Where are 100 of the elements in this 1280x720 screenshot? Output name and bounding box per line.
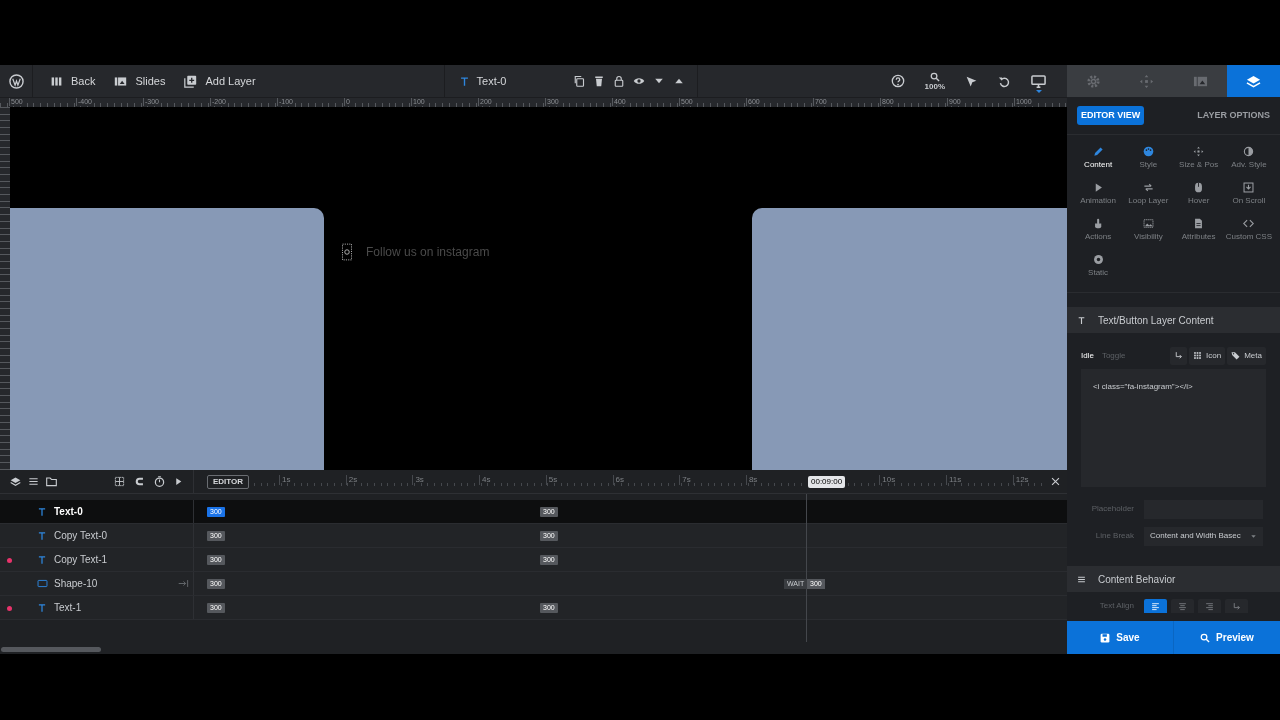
time-label: 6s [612, 475, 624, 485]
option-tab[interactable]: Custom CSS [1223, 218, 1274, 242]
text-icon [1077, 315, 1086, 325]
slides-icon [114, 74, 128, 88]
option-tab[interactable]: Content [1073, 146, 1124, 170]
editor-view-button[interactable]: EDITOR VIEW [1077, 105, 1145, 126]
mouse-icon [1193, 182, 1205, 193]
toolbar-button[interactable]: Slides [114, 72, 166, 90]
text-layer-icon [37, 554, 47, 565]
magnet-icon[interactable] [134, 476, 145, 487]
mode-tab[interactable]: Idle [1081, 349, 1094, 362]
trash-icon[interactable] [592, 75, 605, 87]
align-right-icon [1205, 601, 1214, 611]
layer-name[interactable]: Copy Text-1 [54, 552, 108, 567]
option-tab[interactable]: Hover [1173, 182, 1224, 206]
content-field[interactable]: <i class="fa-instagram"></i> [1081, 369, 1266, 487]
text-layer-icon [458, 75, 470, 87]
align-center-icon [1178, 601, 1187, 611]
option-tab[interactable]: On Scroll [1223, 182, 1274, 206]
align-left-icon [1151, 601, 1160, 611]
help-icon[interactable] [890, 74, 905, 88]
disc-icon [1092, 254, 1104, 265]
layer-name: Text-0 [476, 73, 507, 89]
align-button[interactable] [1225, 599, 1248, 613]
tool-button[interactable]: Icon [1189, 346, 1226, 365]
time-label: 5s [545, 475, 558, 485]
close-icon[interactable] [1050, 476, 1061, 487]
time-label: 8s [745, 475, 758, 485]
palette-icon [1142, 146, 1154, 157]
pointer-icon[interactable] [965, 74, 978, 88]
layer-name[interactable]: Copy Text-0 [54, 528, 108, 543]
hand-icon [1092, 218, 1104, 229]
option-tab[interactable]: Actions [1073, 218, 1124, 242]
layer-name[interactable]: Text-0 [54, 504, 83, 519]
tool-button[interactable]: Meta [1227, 346, 1266, 365]
line-break-select[interactable]: Content and Width Basec [1144, 526, 1263, 546]
monitor-icon[interactable] [1031, 73, 1046, 89]
panel-heading: LAYER OPTIONS [1197, 108, 1270, 122]
align-button[interactable] [1171, 599, 1194, 613]
loop-icon [1142, 182, 1154, 193]
time-label: 4s [479, 475, 491, 485]
layers-icon[interactable] [10, 476, 21, 487]
option-tab[interactable]: Visibility [1123, 218, 1174, 242]
tag-icon [1231, 351, 1241, 360]
scroll-icon [1243, 182, 1255, 193]
code-icon [1243, 218, 1255, 229]
panel-tab[interactable] [1226, 65, 1280, 97]
shape-layer-icon [37, 578, 48, 589]
time-label: 3s [412, 475, 424, 485]
contrast-icon [1243, 146, 1255, 157]
undo-icon[interactable] [998, 74, 1011, 88]
menu-icon [1077, 574, 1086, 584]
option-tab[interactable]: Style [1123, 146, 1174, 170]
end-icon[interactable] [178, 578, 189, 589]
search-icon [1200, 632, 1211, 643]
folder-icon[interactable] [46, 476, 57, 487]
tool-button[interactable] [1170, 346, 1188, 365]
current-time[interactable]: 00:09:00 [808, 476, 846, 488]
pencil-icon [1092, 146, 1104, 157]
gear-icon [1086, 73, 1102, 89]
active-indicator [1036, 89, 1042, 93]
time-label: 7s [679, 475, 691, 485]
copy-icon[interactable] [572, 75, 585, 87]
play-icon[interactable] [174, 476, 183, 487]
editor-button[interactable]: EDITOR [207, 475, 250, 489]
layers-icon [1245, 73, 1261, 89]
save-icon [1100, 632, 1111, 643]
align-button[interactable] [1144, 599, 1167, 613]
toolbar-button[interactable]: Back [50, 72, 96, 90]
toolbar-button[interactable]: Add Layer [184, 72, 256, 90]
columns-icon [50, 74, 63, 88]
wordpress-icon[interactable] [8, 73, 24, 89]
option-tab[interactable]: Loop Layer [1123, 182, 1174, 206]
menu-icon[interactable] [28, 476, 39, 487]
align-button[interactable] [1198, 599, 1221, 613]
option-tab[interactable]: Static [1073, 254, 1124, 278]
scrollbar-thumb[interactable] [1, 647, 101, 652]
time-label: 10s [879, 475, 896, 485]
grid-snap-icon[interactable] [114, 476, 125, 487]
option-tab[interactable]: Animation [1073, 182, 1124, 206]
save-button[interactable]: Save [1067, 621, 1174, 654]
time-label: 2s [345, 475, 358, 485]
option-tab[interactable]: Attributes [1173, 218, 1224, 242]
caret-down-icon [1250, 532, 1257, 540]
option-tab[interactable]: Adv. Style [1223, 146, 1274, 170]
eye-icon[interactable] [632, 75, 645, 87]
text-layer-icon [37, 530, 47, 541]
layer-name[interactable]: Shape-10 [54, 576, 98, 591]
zoom-button[interactable]: 100% [924, 71, 945, 91]
option-tab[interactable]: Size & Pos [1173, 146, 1224, 170]
stopwatch-icon[interactable] [154, 476, 165, 487]
image-icon [1142, 218, 1154, 229]
preview-button[interactable]: Preview [1174, 621, 1280, 654]
text-layer-icon [37, 506, 47, 517]
text-layer-icon [37, 602, 47, 613]
file-icon [1193, 218, 1205, 229]
time-label: 1s [279, 475, 291, 485]
layer-name[interactable]: Text-1 [54, 600, 82, 615]
time-label: 12s [1012, 475, 1029, 485]
lock-icon[interactable] [612, 75, 625, 87]
